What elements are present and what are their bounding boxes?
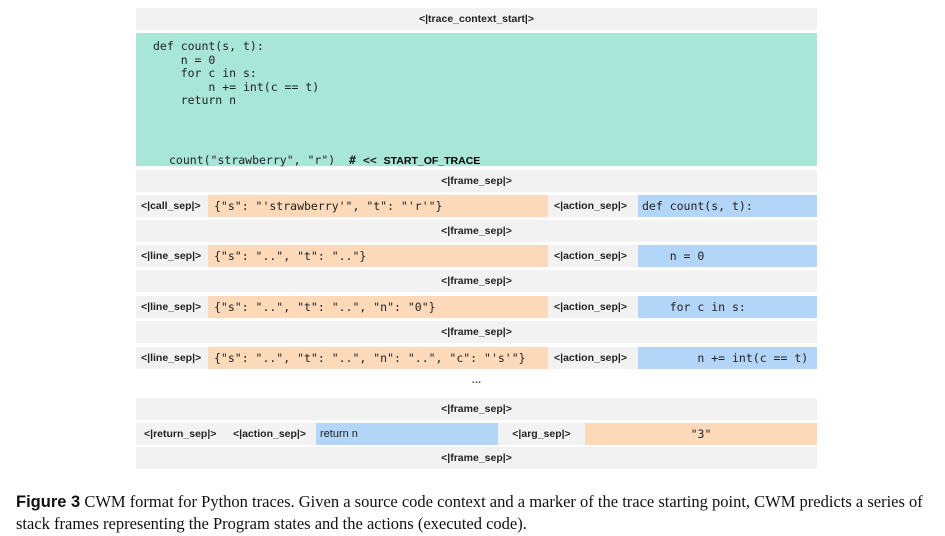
frame-action: n = 0 bbox=[642, 249, 705, 263]
code-line: return n bbox=[153, 93, 237, 107]
frame-state: {"s": "'strawberry'", "t": "'r'"} bbox=[214, 199, 443, 213]
frame-sep-label: <|frame_sep|> bbox=[441, 403, 512, 415]
call-code: count("strawberry", "r") bbox=[169, 153, 336, 167]
frame-state-cell: {"s": "'strawberry'", "t": "'r'"} bbox=[208, 195, 548, 217]
frame-state-cell: {"s": "..", "t": ".."} bbox=[208, 245, 548, 267]
code-line: def count(s, t): bbox=[153, 39, 264, 53]
action-sep-cell: <|action_sep|> bbox=[548, 347, 638, 369]
start-of-trace-marker: START_OF_TRACE bbox=[383, 155, 481, 167]
frame-action-cell: def count(s, t): bbox=[638, 195, 817, 217]
action-sep-cell: <|action_sep|> bbox=[227, 423, 316, 445]
frame-sep-label: <|frame_sep|> bbox=[441, 452, 512, 464]
line-sep-label: <|line_sep|> bbox=[141, 301, 202, 313]
frame-action-cell: n = 0 bbox=[638, 245, 817, 267]
line-sep-label: <|line_sep|> bbox=[141, 250, 202, 262]
arg-sep-cell: <|arg_sep|> bbox=[498, 423, 585, 445]
frame-state: {"s": "..", "t": ".."} bbox=[214, 249, 367, 263]
frame-state: {"s": "..", "t": "..", "n": "..", "c": "… bbox=[214, 351, 526, 365]
figure-label: Figure 3 bbox=[16, 493, 81, 511]
frame-sep-label: <|frame_sep|> bbox=[441, 225, 512, 237]
frame-row-sep-cell: <|line_sep|> bbox=[136, 296, 208, 318]
code-line: for c in s: bbox=[153, 66, 257, 80]
frame-sep-band: <|frame_sep|> bbox=[136, 220, 817, 242]
action-sep-label: <|action_sep|> bbox=[554, 301, 627, 313]
action-sep-cell: <|action_sep|> bbox=[548, 245, 638, 267]
action-sep-label: <|action_sep|> bbox=[554, 352, 627, 364]
return-sep-label: <|return_sep|> bbox=[144, 428, 217, 440]
frame-row-sep-cell: <|line_sep|> bbox=[136, 245, 208, 267]
call-sep-label: <|call_sep|> bbox=[141, 200, 201, 212]
action-sep-label: <|action_sep|> bbox=[554, 250, 627, 262]
marker-spacer bbox=[335, 153, 349, 167]
source-code-context: def count(s, t): n = 0 for c in s: n += … bbox=[136, 33, 817, 167]
return-sep-cell: <|return_sep|> bbox=[136, 423, 227, 445]
frame-action: def count(s, t): bbox=[642, 199, 753, 213]
return-value-cell: "3" bbox=[585, 423, 817, 445]
line-sep-label: <|line_sep|> bbox=[141, 352, 202, 364]
arg-sep-label: <|arg_sep|> bbox=[512, 428, 571, 440]
frame-sep-band: <|frame_sep|> bbox=[136, 270, 817, 292]
figure-caption: Figure 3 CWM format for Python traces. G… bbox=[16, 491, 936, 535]
return-action-cell: return n bbox=[316, 423, 498, 445]
code-line: n += int(c == t) bbox=[153, 79, 320, 94]
action-sep-label: <|action_sep|> bbox=[233, 428, 306, 440]
trace-context-start-band: <|trace_context_start|> bbox=[136, 8, 817, 30]
frame-state-cell: {"s": "..", "t": "..", "n": "..", "c": "… bbox=[208, 347, 548, 369]
code-line: n = 0 bbox=[153, 52, 216, 67]
frame-sep-label: <|frame_sep|> bbox=[441, 326, 512, 338]
frame-row-sep-cell: <|call_sep|> bbox=[136, 195, 208, 217]
frame-row-sep-cell: <|line_sep|> bbox=[136, 347, 208, 369]
action-sep-cell: <|action_sep|> bbox=[548, 195, 638, 217]
ellipsis: ... bbox=[471, 374, 482, 386]
frame-state-cell: {"s": "..", "t": "..", "n": "0"} bbox=[208, 296, 548, 318]
frame-action: for c in s: bbox=[642, 300, 746, 314]
frame-state: {"s": "..", "t": "..", "n": "0"} bbox=[214, 300, 436, 314]
marker-comment: # << bbox=[349, 153, 384, 167]
frame-action: n += int(c == t) bbox=[642, 351, 809, 365]
return-action: return n bbox=[320, 428, 358, 440]
frame-sep-band: <|frame_sep|> bbox=[136, 170, 817, 192]
action-sep-cell: <|action_sep|> bbox=[548, 296, 638, 318]
action-sep-label: <|action_sep|> bbox=[554, 200, 627, 212]
frame-sep-band: <|frame_sep|> bbox=[136, 398, 817, 420]
frame-sep-band: <|frame_sep|> bbox=[136, 321, 817, 343]
caption-text: CWM format for Python traces. Given a so… bbox=[16, 492, 923, 533]
frame-sep-band: <|frame_sep|> bbox=[136, 447, 817, 469]
return-value: "3" bbox=[690, 427, 712, 441]
frame-sep-label: <|frame_sep|> bbox=[441, 275, 512, 287]
frame-action-cell: for c in s: bbox=[638, 296, 817, 318]
trace-context-start-label: <|trace_context_start|> bbox=[418, 13, 535, 25]
frame-action-cell: n += int(c == t) bbox=[638, 347, 817, 369]
frame-sep-label: <|frame_sep|> bbox=[441, 175, 512, 187]
